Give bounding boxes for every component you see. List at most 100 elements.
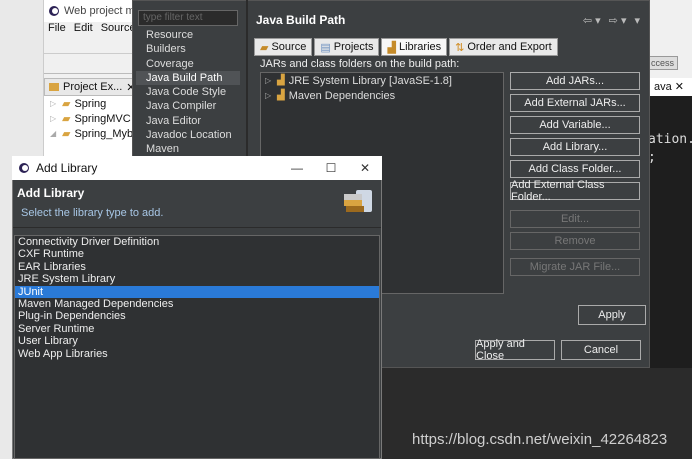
editor-tab[interactable]: ava ✕ (650, 78, 692, 96)
nav-item-resource[interactable]: Resource (136, 28, 240, 42)
add-external-jars-button[interactable]: Add External JARs... (510, 94, 640, 112)
dialog-window-title: Add Library (36, 161, 98, 175)
folder-icon: ▰ (62, 113, 71, 125)
jar-item-label: JRE System Library [JavaSE-1.8] (288, 74, 452, 87)
eclipse-icon (48, 5, 60, 17)
project-explorer-tab-label: Project Ex... (63, 81, 123, 93)
tab-label: Projects (333, 41, 374, 53)
nav-item-java-editor[interactable]: Java Editor (136, 114, 240, 128)
list-item[interactable]: Maven Managed Dependencies (15, 298, 379, 310)
jar-item[interactable]: ▷ ▟ JRE System Library [JavaSE-1.8] (261, 73, 503, 88)
build-path-buttons: Add JARs... Add External JARs... Add Var… (510, 72, 640, 282)
tab-libraries[interactable]: ▟ Libraries (381, 38, 448, 56)
tree-item[interactable]: ◢ ▰ Spring_Myba (44, 126, 140, 141)
tab-source[interactable]: ▰ Source (254, 38, 313, 56)
background-editor-toolbar (650, 0, 692, 90)
history-nav: ⇦ ▾ ⇨ ▾ ▾ (583, 14, 640, 27)
dialog-subtitle: Select the library type to add. (21, 207, 164, 219)
nav-item-maven[interactable]: Maven (136, 142, 240, 156)
nav-item-java-build-path[interactable]: Java Build Path (136, 70, 240, 86)
window-controls: — ☐ ✕ (280, 156, 382, 180)
tab-label: Source (271, 41, 307, 53)
back-arrow-icon[interactable]: ⇦ ▾ (583, 14, 601, 27)
code-line: ation. (648, 132, 692, 147)
list-item[interactable]: Plug-in Dependencies (15, 310, 379, 322)
list-item[interactable]: Web App Libraries (15, 348, 379, 360)
tree-item[interactable]: ▷ ▰ Spring (44, 96, 140, 111)
build-path-tabs: ▰ Source ▤ Projects ▟ Libraries ⇅ Order and … (254, 38, 646, 56)
chevron-right-icon[interactable]: ▷ (265, 76, 273, 85)
jar-list-label: JARs and class folders on the build path… (260, 58, 460, 70)
tree-item[interactable]: ▷ ▰ SpringMVC (44, 111, 140, 126)
minimize-icon[interactable]: — (280, 156, 314, 180)
eclipse-icon (18, 162, 30, 174)
chevron-right-icon[interactable]: ▷ (265, 91, 273, 100)
migrate-jar-button[interactable]: Migrate JAR File... (510, 258, 640, 276)
library-icon: ▟ (277, 90, 285, 101)
library-type-list: Connectivity Driver Definition CXF Runti… (14, 235, 380, 459)
add-jars-button[interactable]: Add JARs... (510, 72, 640, 90)
library-banner-icon (340, 184, 376, 220)
remove-button[interactable]: Remove (510, 232, 640, 250)
edit-button[interactable]: Edit... (510, 210, 640, 228)
jar-item[interactable]: ▷ ▟ Maven Dependencies (261, 88, 503, 103)
chevron-down-icon: ◢ (50, 129, 57, 138)
list-item[interactable]: JRE System Library (15, 273, 379, 285)
add-class-folder-button[interactable]: Add Class Folder... (510, 160, 640, 178)
list-item[interactable]: User Library (15, 335, 379, 347)
list-item[interactable]: EAR Libraries (15, 261, 379, 273)
add-library-button[interactable]: Add Library... (510, 138, 640, 156)
menu-edit[interactable]: Edit (74, 22, 93, 38)
maximize-icon[interactable]: ☐ (314, 156, 348, 180)
quick-access-field[interactable]: ccess (648, 56, 678, 70)
background-toolbar-secondary (44, 54, 140, 74)
tree-item-label: Spring_Myba (74, 127, 140, 140)
close-icon[interactable]: ✕ (348, 156, 382, 180)
background-window-title: Web project m (44, 0, 140, 22)
editor-tab-label: ava (654, 81, 672, 93)
apply-and-close-button[interactable]: Apply and Close (475, 338, 555, 362)
nav-item-builders[interactable]: Builders (136, 42, 240, 56)
menu-source[interactable]: Source (101, 22, 136, 38)
order-icon: ⇅ (455, 41, 465, 54)
nav-item-java-compiler[interactable]: Java Compiler (136, 99, 240, 113)
project-explorer-tree: ▷ ▰ Spring ▷ ▰ SpringMVC ◢ ▰ Spring_Myba (44, 96, 140, 156)
folder-icon: ▰ (62, 98, 71, 110)
projects-icon: ▤ (320, 41, 331, 54)
nav-item-coverage[interactable]: Coverage (136, 57, 240, 71)
page-title: Java Build Path (256, 13, 346, 27)
background-menu-bar: File Edit Source (44, 22, 140, 38)
properties-nav: Resource Builders Coverage Java Build Pa… (136, 28, 240, 158)
list-item[interactable]: Server Runtime (15, 323, 379, 335)
library-icon: ▟ (277, 75, 285, 86)
source-folder-icon: ▰ (260, 41, 269, 54)
apply-button[interactable]: Apply (578, 305, 646, 325)
libraries-icon: ▟ (387, 41, 396, 54)
dialog-title: Add Library (17, 186, 85, 200)
tree-item-label: Spring (74, 97, 107, 110)
filter-input[interactable]: type filter text (138, 10, 238, 26)
list-item[interactable]: CXF Runtime (15, 248, 379, 260)
nav-item-javadoc-location[interactable]: Javadoc Location (136, 128, 240, 142)
watermark: https://blog.csdn.net/weixin_42264823 (412, 431, 668, 448)
tab-order-and-export[interactable]: ⇅ Order and Export (449, 38, 558, 56)
tree-item-label: SpringMVC (74, 112, 131, 125)
tab-projects[interactable]: ▤ Projects (314, 38, 380, 56)
add-external-class-folder-button[interactable]: Add External Class Folder... (510, 179, 640, 203)
project-explorer-icon (49, 82, 59, 92)
add-library-titlebar: Add Library — ☐ ✕ (12, 156, 382, 180)
properties-header: Java Build Path ⇦ ▾ ⇨ ▾ ▾ (248, 6, 648, 34)
menu-file[interactable]: File (48, 22, 66, 38)
background-window-title-text: Web project m (64, 5, 135, 17)
project-explorer-tab[interactable]: Project Ex... ✕ (44, 78, 140, 96)
forward-arrow-icon[interactable]: ⇨ ▾ (609, 14, 627, 27)
chevron-right-icon: ▷ (50, 114, 57, 123)
menu-icon[interactable]: ▾ (634, 14, 640, 27)
cancel-button[interactable]: Cancel (561, 340, 641, 360)
list-item[interactable]: Connectivity Driver Definition (15, 236, 379, 248)
nav-item-java-code-style[interactable]: Java Code Style (136, 85, 240, 99)
tab-label: Libraries (398, 41, 442, 53)
add-variable-button[interactable]: Add Variable... (510, 116, 640, 134)
list-item-selected[interactable]: JUnit (15, 285, 379, 298)
jar-item-label: Maven Dependencies (288, 89, 396, 102)
